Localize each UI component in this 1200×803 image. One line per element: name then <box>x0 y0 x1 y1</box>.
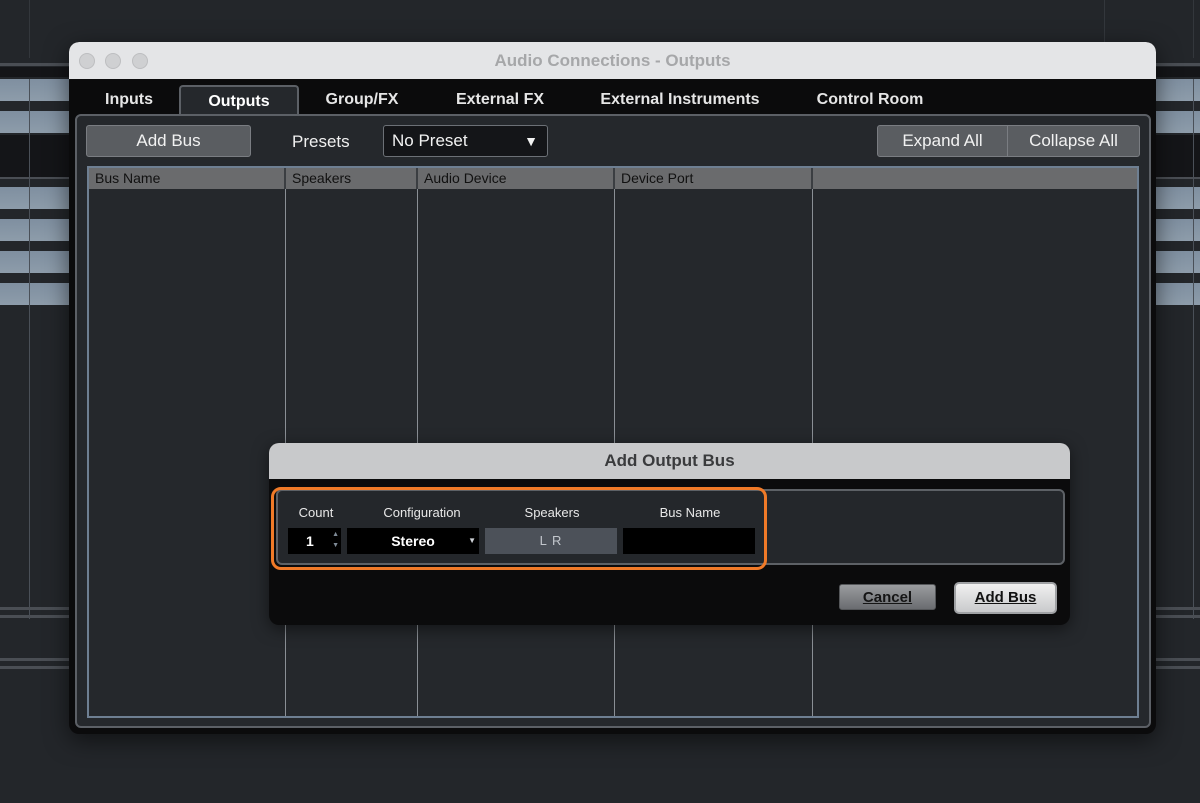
preset-value: No Preset <box>392 131 468 150</box>
tab-outputs[interactable]: Outputs <box>179 85 299 117</box>
bus-table: Bus Name Speakers Audio Device Device Po… <box>87 166 1139 718</box>
triangle-down-icon: ▼ <box>524 133 538 149</box>
configuration-value: Stereo <box>391 533 435 549</box>
bus-name-label: Bus Name <box>659 505 721 520</box>
column-header-device-port[interactable]: Device Port <box>615 168 813 189</box>
speakers-label: Speakers <box>524 505 580 520</box>
dialog-title: Add Output Bus <box>269 443 1070 479</box>
grid-line <box>29 79 30 619</box>
add-bus-confirm-button[interactable]: Add Bus <box>954 582 1057 614</box>
window-title: Audio Connections - Outputs <box>494 51 731 70</box>
configuration-dropdown[interactable]: Stereo ▼ <box>347 528 479 554</box>
tab-control-room[interactable]: Control Room <box>804 85 936 115</box>
tab-external-instruments[interactable]: External Instruments <box>587 85 773 115</box>
stepper-arrows-icon[interactable]: ▲ ▼ <box>332 529 339 551</box>
count-value: 1 <box>306 533 314 549</box>
chevron-down-icon: ▼ <box>468 536 476 545</box>
column-header-extra[interactable] <box>813 168 1137 189</box>
grid-line <box>29 0 30 58</box>
count-label: Count <box>298 505 334 520</box>
audio-connections-window: Audio Connections - Outputs Inputs Outpu… <box>69 42 1156 734</box>
configuration-label: Configuration <box>383 505 461 520</box>
cancel-label: Cancel <box>862 589 913 606</box>
count-stepper[interactable]: 1 ▲ ▼ <box>288 528 341 554</box>
speakers-display: L R <box>485 528 617 554</box>
tab-external-fx[interactable]: External FX <box>439 85 561 115</box>
bus-settings-panel: Count Configuration Speakers Bus Name 1 … <box>276 489 1065 565</box>
collapse-all-button[interactable]: Collapse All <box>1007 125 1140 157</box>
add-bus-button[interactable]: Add Bus <box>86 125 251 157</box>
tab-bar: Inputs Outputs Group/FX External FX Exte… <box>69 79 1156 117</box>
add-bus-confirm-label: Add Bus <box>974 589 1037 606</box>
grid-line <box>1193 0 1194 58</box>
column-header-audio-device[interactable]: Audio Device <box>418 168 615 189</box>
add-output-bus-dialog: Add Output Bus Count Configuration Speak… <box>269 443 1070 625</box>
presets-dropdown[interactable]: No Preset ▼ <box>383 125 548 157</box>
column-header-bus-name[interactable]: Bus Name <box>89 168 286 189</box>
outputs-panel: Add Bus Presets No Preset ▼ Expand All C… <box>75 114 1151 728</box>
cancel-button[interactable]: Cancel <box>839 584 936 610</box>
title-bar[interactable]: Audio Connections - Outputs <box>69 42 1156 79</box>
expand-all-button[interactable]: Expand All <box>877 125 1008 157</box>
grid-line <box>1193 79 1194 619</box>
tab-inputs[interactable]: Inputs <box>87 85 171 115</box>
presets-label: Presets <box>292 132 350 151</box>
tab-group-fx[interactable]: Group/FX <box>309 85 415 115</box>
column-header-speakers[interactable]: Speakers <box>286 168 418 189</box>
bus-name-input[interactable] <box>623 528 755 554</box>
